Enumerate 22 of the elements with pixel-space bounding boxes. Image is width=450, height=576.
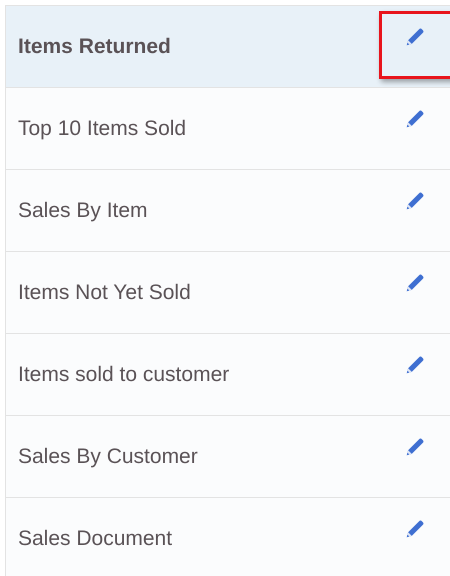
list-item[interactable]: Items Returned: [6, 6, 450, 88]
item-label: Sales By Customer: [18, 444, 198, 470]
pencil-icon: [404, 436, 426, 458]
edit-button[interactable]: [379, 11, 450, 79]
pencil-icon: [404, 272, 426, 294]
list-item[interactable]: Items Not Yet Sold: [6, 252, 450, 334]
list-item[interactable]: Sales Document: [6, 498, 450, 576]
item-label: Top 10 Items Sold: [18, 116, 186, 142]
pencil-icon: [404, 518, 426, 540]
item-label: Items Returned: [18, 34, 171, 60]
pencil-icon: [404, 26, 426, 48]
list-item[interactable]: Items sold to customer: [6, 334, 450, 416]
item-label: Items Not Yet Sold: [18, 280, 191, 306]
list-item[interactable]: Sales By Customer: [6, 416, 450, 498]
pencil-icon: [404, 108, 426, 130]
pencil-icon: [404, 354, 426, 376]
list-item[interactable]: Top 10 Items Sold: [6, 88, 450, 170]
list-item[interactable]: Sales By Item: [6, 170, 450, 252]
item-label: Sales Document: [18, 526, 172, 552]
pencil-icon: [404, 190, 426, 212]
item-label: Items sold to customer: [18, 362, 230, 388]
item-label: Sales By Item: [18, 198, 148, 224]
